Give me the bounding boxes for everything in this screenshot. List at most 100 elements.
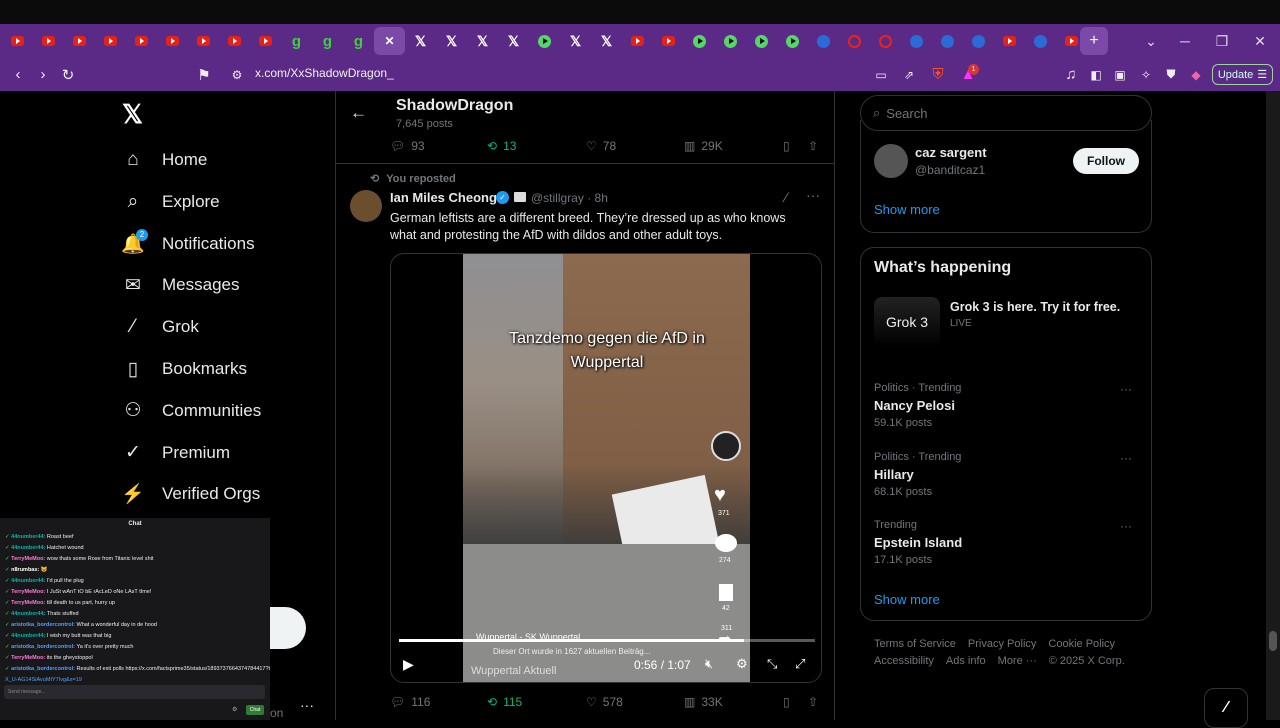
browser-tab[interactable]: g <box>281 27 312 55</box>
browser-tab[interactable] <box>901 27 932 55</box>
play-icon[interactable]: ▶ <box>403 656 414 673</box>
sidebar-item-messages[interactable]: ✉ Messages <box>122 274 239 296</box>
vpn-icon[interactable]: ⛊ <box>1159 58 1183 91</box>
footer-link[interactable]: Privacy Policy <box>968 636 1036 653</box>
footer-link[interactable]: © 2025 X Corp. <box>1049 653 1125 670</box>
browser-tab[interactable] <box>994 27 1025 55</box>
repost-action[interactable]: ⟲ 13 <box>487 139 516 153</box>
author-handle[interactable]: @stillgray · 8h <box>531 191 608 205</box>
back-icon[interactable]: ‹ <box>6 58 30 91</box>
cast-icon[interactable]: ▭ <box>869 58 893 91</box>
browser-tab[interactable] <box>622 27 653 55</box>
more-options-icon[interactable]: ··· <box>806 187 820 203</box>
share-action[interactable]: ⇧ <box>808 695 818 709</box>
trend-more-icon[interactable]: ··· <box>1120 519 1132 533</box>
views-action[interactable]: ▥ 33K <box>684 695 723 709</box>
browser-tab[interactable] <box>250 27 281 55</box>
sidebar-item-explore[interactable]: ⌕ Explore <box>122 191 220 213</box>
chat-send-button[interactable]: Chat <box>246 705 264 715</box>
minimize-icon[interactable]: ─ <box>1166 24 1204 58</box>
browser-tab[interactable] <box>808 27 839 55</box>
back-arrow-icon[interactable]: ← <box>350 103 367 123</box>
scrollbar[interactable] <box>1266 91 1280 720</box>
like-action[interactable]: ♡ 578 <box>586 695 623 709</box>
grok-icon[interactable]: ⁄ <box>785 189 787 205</box>
browser-tab[interactable]: ✕ <box>374 27 405 55</box>
bookmark-action[interactable]: ▯ <box>783 695 790 709</box>
sidebar-item-verified-orgs[interactable]: ⚡ Verified Orgs <box>121 483 260 505</box>
author-name[interactable]: Ian Miles Cheong <box>390 190 497 205</box>
pip-icon[interactable]: ⤡ <box>767 656 777 672</box>
browser-tab[interactable] <box>932 27 963 55</box>
views-action[interactable]: ▥ 29K <box>684 139 723 153</box>
suggestion-handle[interactable]: @banditcaz1 <box>915 163 985 177</box>
browser-tab[interactable] <box>839 27 870 55</box>
browser-tab[interactable]: 𝕏 <box>436 27 467 55</box>
leo-ai-icon[interactable]: ✧ <box>1134 58 1158 91</box>
follow-button[interactable]: Follow <box>1073 148 1139 174</box>
footer-link[interactable]: Ads info <box>946 653 986 670</box>
maximize-icon[interactable]: ❐ <box>1203 24 1241 58</box>
mute-icon[interactable]: 🔇︎ <box>705 656 713 672</box>
share-icon[interactable]: ⇗ <box>897 58 921 91</box>
more-dots-icon[interactable]: ··· <box>300 697 314 713</box>
site-info-icon[interactable]: ⚙ <box>225 58 249 91</box>
chat-settings-icon[interactable]: ⚙ <box>232 706 237 713</box>
footer-link[interactable]: More ··· <box>998 653 1037 670</box>
wallet-icon[interactable]: ▣ <box>1108 58 1132 91</box>
browser-tab[interactable]: 𝕏 <box>467 27 498 55</box>
show-more-link[interactable]: Show more <box>874 202 940 217</box>
browser-tab[interactable] <box>2 27 33 55</box>
video-progress-track[interactable] <box>399 639 815 642</box>
media-icon[interactable]: ♫ <box>1059 58 1083 91</box>
trend-more-icon[interactable]: ··· <box>1120 382 1132 396</box>
settings-icon[interactable]: ⚙ <box>736 656 748 672</box>
suggestion-name[interactable]: caz sargent <box>915 145 987 160</box>
browser-tab[interactable] <box>157 27 188 55</box>
sidebar-item-home[interactable]: ⌂ Home <box>122 149 207 171</box>
browser-tab[interactable]: g <box>312 27 343 55</box>
trend-more-icon[interactable]: ··· <box>1120 451 1132 465</box>
address-bar[interactable]: x.com/XxShadowDragon_ <box>255 66 394 80</box>
chat-input[interactable]: Send message... <box>4 685 265 699</box>
browser-tab[interactable] <box>126 27 157 55</box>
browser-tab[interactable] <box>188 27 219 55</box>
extension-icon[interactable]: ◆ <box>1184 58 1208 91</box>
reply-action[interactable]: 💬︎ 93 <box>390 139 425 153</box>
browser-tab[interactable]: 𝕏 <box>405 27 436 55</box>
search-input[interactable]: Search <box>886 106 927 121</box>
trend-item[interactable]: Trending Epstein Island 17.1K posts ··· <box>874 519 1140 566</box>
like-action[interactable]: ♡ 78 <box>586 139 616 153</box>
new-tab-button[interactable]: + <box>1080 27 1108 55</box>
repost-action[interactable]: ⟲ 115 <box>487 695 522 709</box>
footer-link[interactable]: Accessibility <box>874 653 934 670</box>
browser-tab[interactable]: g <box>343 27 374 55</box>
browser-tab[interactable]: 𝕏 <box>560 27 591 55</box>
sidebar-item-notifications[interactable]: 🔔 2 Notifications <box>121 228 255 255</box>
sidebar-item-bookmarks[interactable]: ▯ Bookmarks <box>122 358 247 380</box>
show-more-link[interactable]: Show more <box>874 592 940 607</box>
close-window-icon[interactable]: ✕ <box>1241 24 1279 58</box>
sidebar-item-communities[interactable]: ⚇ Communities <box>122 400 261 422</box>
browser-tab[interactable] <box>746 27 777 55</box>
update-button[interactable]: Update ☰ <box>1212 64 1273 85</box>
browser-tab[interactable] <box>777 27 808 55</box>
trend-item[interactable]: Politics · Trending Hillary 68.1K posts ··· <box>874 451 1140 498</box>
bookmark-action[interactable]: ▯ <box>783 139 790 153</box>
sidebar-toggle-icon[interactable]: ◧ <box>1084 58 1108 91</box>
browser-tab[interactable] <box>1025 27 1056 55</box>
browser-tab[interactable] <box>684 27 715 55</box>
forward-icon[interactable]: › <box>31 58 55 91</box>
bookmark-page-icon[interactable]: ⚑ <box>192 58 216 91</box>
browser-tab[interactable] <box>33 27 64 55</box>
brave-shield-icon[interactable]: ⛨ <box>926 58 950 91</box>
sidebar-item-premium[interactable]: ✓ Premium <box>122 442 230 464</box>
grok-floating-button[interactable]: ⁄ <box>1204 688 1248 728</box>
suggestion-avatar[interactable] <box>874 144 908 178</box>
reload-icon[interactable]: ↻ <box>56 58 80 91</box>
reply-action[interactable]: 💬︎ 116 <box>390 695 430 709</box>
browser-tab[interactable] <box>653 27 684 55</box>
browser-tab[interactable] <box>219 27 250 55</box>
browser-tab[interactable] <box>870 27 901 55</box>
footer-link[interactable]: Terms of Service <box>874 636 956 653</box>
